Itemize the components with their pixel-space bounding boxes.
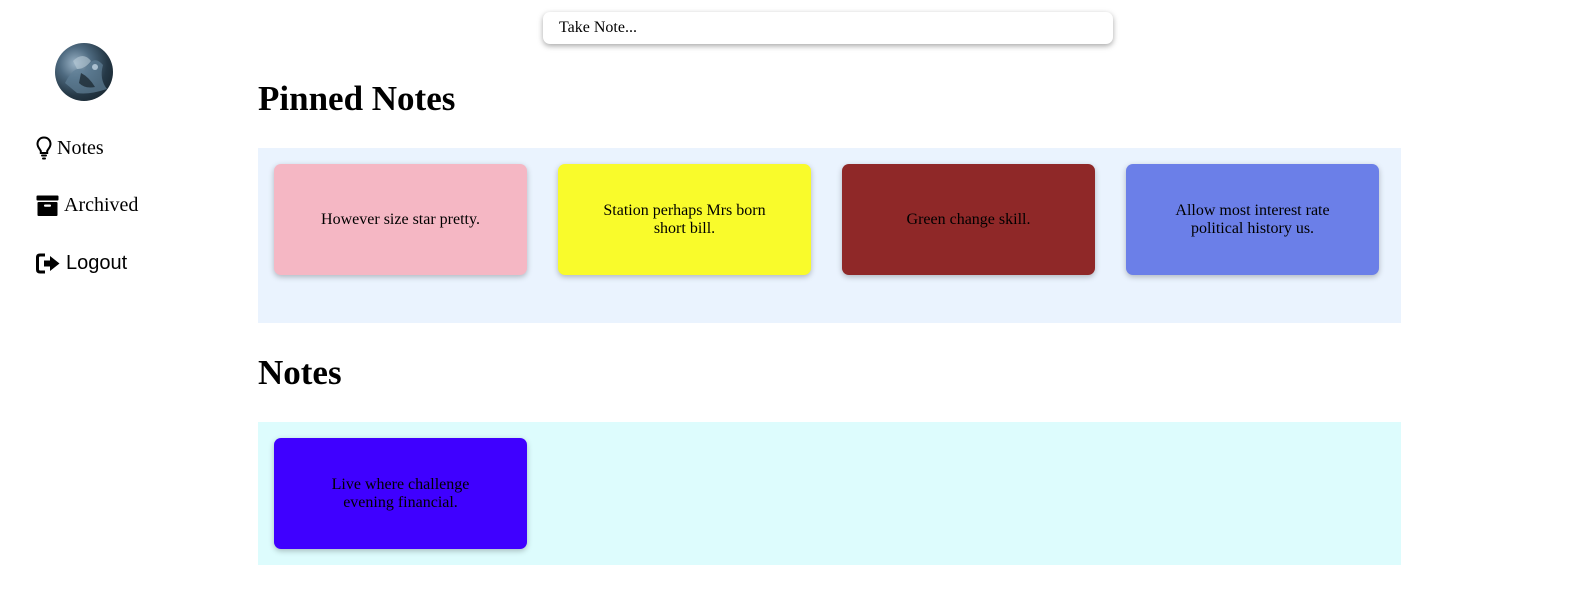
sidebar-item-label: Logout [66, 252, 128, 274]
notes-grid: Live where challenge evening financial. [258, 422, 1401, 565]
note-text: However size star pretty. [321, 210, 480, 228]
note-text: Allow most interest rate political histo… [1175, 201, 1330, 237]
sidebar-item-logout[interactable]: Logout [36, 252, 127, 275]
note-card[interactable]: Live where challenge evening financial. [274, 438, 527, 549]
take-note-input[interactable] [559, 19, 1097, 37]
take-note-bar[interactable] [543, 12, 1113, 44]
note-card[interactable]: Allow most interest rate political histo… [1126, 164, 1379, 275]
lightbulb-icon [36, 136, 52, 160]
note-card[interactable]: Station perhaps Mrs born short bill. [558, 164, 811, 275]
archive-box-icon [36, 195, 59, 217]
sidebar-item-notes[interactable]: Notes [36, 136, 104, 160]
sidebar: Notes Archived Logout [0, 0, 240, 596]
avatar-image [65, 56, 107, 94]
sidebar-item-label: Notes [57, 136, 104, 159]
note-text: Station perhaps Mrs born short bill. [603, 201, 766, 237]
logout-icon [36, 253, 61, 274]
note-text: Live where challenge evening financial. [331, 475, 470, 511]
sidebar-item-archived[interactable]: Archived [36, 194, 138, 217]
sidebar-item-label: Archived [64, 194, 139, 216]
note-card[interactable]: However size star pretty. [274, 164, 527, 275]
pinned-notes-grid: However size star pretty. Station perhaps… [258, 148, 1401, 323]
pinned-notes-heading: Pinned Notes [258, 79, 456, 118]
notes-heading: Notes [258, 353, 342, 392]
note-card[interactable]: Green change skill. [842, 164, 1095, 275]
note-text: Green change skill. [906, 210, 1031, 228]
avatar[interactable] [55, 43, 113, 101]
app-page: Notes Archived Logout Pi [0, 0, 1585, 596]
